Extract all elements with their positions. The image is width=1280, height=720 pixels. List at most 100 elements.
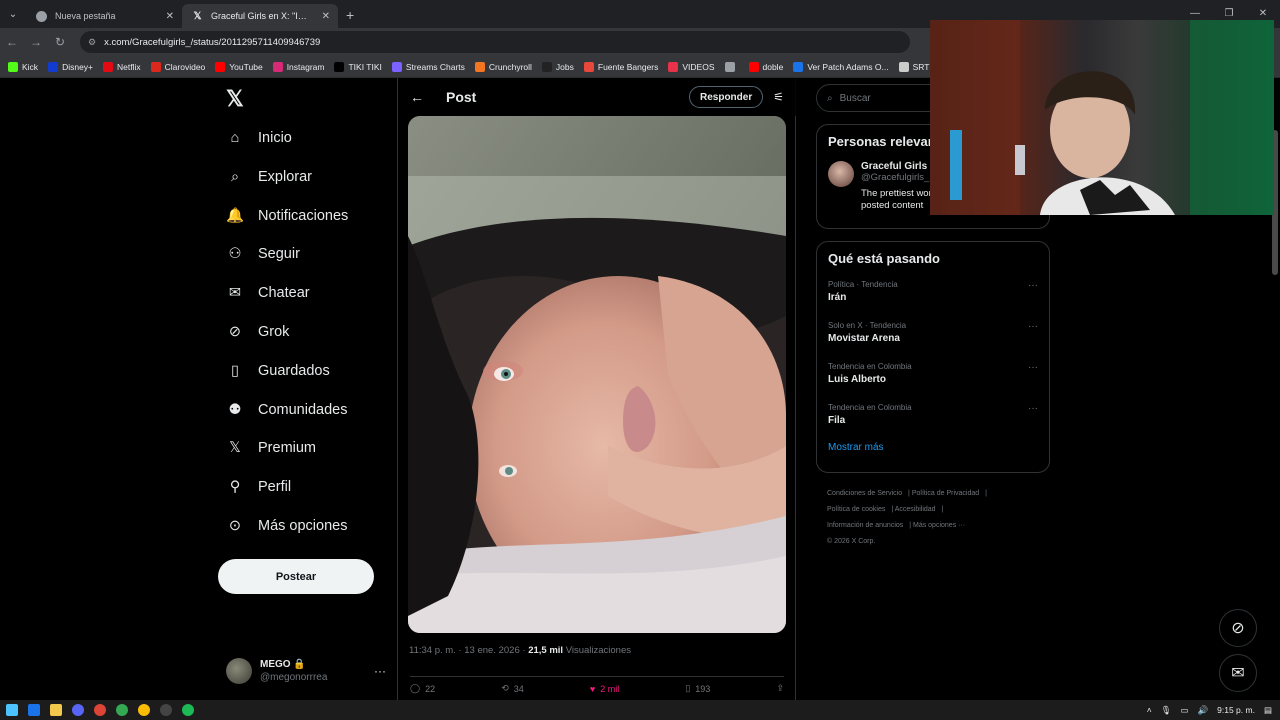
bookmark-item[interactable]: doble [748, 61, 783, 72]
clock[interactable]: 9:15 p. m. [1217, 705, 1255, 715]
more-icon[interactable]: ··· [374, 664, 386, 678]
bookmark-item[interactable]: Streams Charts [391, 61, 465, 72]
file-explorer-icon[interactable] [50, 704, 62, 716]
nav-item-explorar[interactable]: ⌕ Explorar [226, 162, 312, 192]
spotify-icon[interactable] [182, 704, 194, 716]
obs-icon[interactable] [160, 704, 172, 716]
webcam-illustration [930, 20, 1274, 215]
footer-link[interactable]: Accesibilidad [895, 506, 936, 513]
trend-item[interactable]: Política · Tendencia Irán ··· [817, 278, 1049, 319]
grok-fab-button[interactable]: ⊘ [1219, 609, 1257, 647]
bookmark-item[interactable]: Instagram [272, 61, 324, 72]
nav-item-notificaciones[interactable]: 🔔 Notificaciones [226, 201, 348, 231]
microphone-icon[interactable]: 🎙 [1161, 705, 1172, 716]
footer-link[interactable]: Política de Privacidad [912, 490, 979, 497]
like-action[interactable]: ♥ 2 mil [590, 683, 619, 694]
close-tab-icon[interactable]: ✕ [322, 11, 330, 22]
bookmark-item[interactable]: Disney+ [48, 61, 94, 72]
discord-icon[interactable] [72, 704, 84, 716]
footer-link[interactable]: Política de cookies [827, 506, 885, 513]
bookmark-label: TIKI TIKI [348, 61, 382, 72]
bookmark-item[interactable]: Clarovideo [150, 61, 205, 72]
bookmark-item[interactable]: TIKI TIKI [334, 61, 382, 72]
reply-action[interactable]: ◯ 22 [410, 683, 435, 694]
chrome-icon[interactable] [116, 704, 128, 716]
bookmark-favicon-icon [103, 61, 114, 72]
account-info: MEGO 🔒 @megonorrrea [260, 658, 366, 684]
tab-search-button[interactable]: ⌄ [0, 0, 26, 28]
reload-icon[interactable]: ↻ [48, 35, 72, 49]
x-logo-icon[interactable]: 𝕏 [226, 86, 244, 112]
more-icon[interactable]: ··· [1028, 321, 1038, 332]
url-text: x.com/Gracefulgirls_/status/201129571140… [104, 36, 321, 48]
nav-item-label: Comunidades [258, 401, 348, 418]
bookmark-item[interactable]: Ver Patch Adams O... [793, 61, 889, 72]
bookmark-favicon-icon [583, 61, 594, 72]
nav-item-guardados[interactable]: ▯ Guardados [226, 356, 330, 386]
windows-start-icon[interactable] [6, 704, 18, 716]
more-icon[interactable]: ··· [1028, 280, 1038, 291]
back-arrow-icon[interactable]: ← [410, 89, 446, 105]
new-tab-button[interactable]: + [346, 7, 354, 23]
nav-item-mas-opciones[interactable]: ⊙ Más opciones [226, 511, 348, 541]
footer-link[interactable]: Condiciones de Servicio [827, 490, 902, 497]
volume-icon[interactable]: 🔊 [1198, 705, 1209, 716]
chrome-icon[interactable] [94, 704, 106, 716]
post-photo-illustration [408, 116, 786, 633]
share-action[interactable]: ⇪ [776, 683, 784, 694]
messages-fab-button[interactable]: ✉ [1219, 654, 1257, 692]
network-icon[interactable]: ▭ [1181, 705, 1189, 716]
footer-link[interactable]: Más opciones ··· [913, 522, 965, 529]
sliders-icon[interactable]: ⚟ [773, 90, 784, 104]
account-switcher[interactable]: MEGO 🔒 @megonorrrea ··· [226, 654, 386, 688]
nav-item-grok[interactable]: ⊘ Grok [226, 317, 290, 347]
bookmark-action[interactable]: ▯ 193 [685, 683, 710, 694]
page-title: Post [446, 89, 477, 105]
bookmark-item[interactable]: YouTube [215, 61, 263, 72]
forward-icon[interactable]: → [24, 35, 48, 49]
trend-context: Tendencia en Colombia [828, 362, 912, 371]
bookmark-favicon-icon [474, 61, 485, 72]
bookmark-item[interactable]: Jobs [541, 61, 574, 72]
chevron-up-icon[interactable]: ˄ [1147, 705, 1152, 715]
bookmark-item[interactable] [724, 61, 739, 72]
trend-item[interactable]: Solo en X · Tendencia Movistar Arena ··· [817, 319, 1049, 360]
more-icon[interactable]: ··· [1028, 403, 1038, 414]
nav-item-seguir[interactable]: ⚇ Seguir [226, 239, 300, 269]
bookmark-item[interactable]: VIDEOS [668, 61, 715, 72]
more-icon[interactable]: ··· [1028, 362, 1038, 373]
bookmark-label: Disney+ [62, 61, 94, 72]
bookmark-label: Fuente Bangers [597, 61, 659, 72]
nav-item-inicio[interactable]: ⌂ Inicio [226, 123, 292, 153]
nav-item-premium[interactable]: 𝕏 Premium [226, 433, 316, 463]
back-icon[interactable]: ← [0, 35, 24, 49]
chrome-active-icon[interactable] [138, 704, 150, 716]
repost-action[interactable]: ⟲ 34 [501, 683, 524, 694]
bookmark-item[interactable]: Netflix [103, 61, 141, 72]
bookmark-item[interactable]: Fuente Bangers [583, 61, 659, 72]
tab-graceful-girls[interactable]: 𝕏 Graceful Girls en X: "Imagine w ✕ [182, 4, 338, 28]
bookmark-item[interactable]: Kick [8, 61, 38, 72]
mail-icon: ✉ [1231, 665, 1245, 682]
calendar-icon[interactable] [28, 704, 40, 716]
address-bar[interactable]: ⚙ x.com/Gracefulgirls_/status/2011295711… [80, 31, 910, 53]
trend-item[interactable]: Tendencia en Colombia Fila ··· [817, 401, 1049, 442]
post-button[interactable]: Postear [218, 559, 374, 594]
trend-item[interactable]: Tendencia en Colombia Luis Alberto ··· [817, 360, 1049, 401]
tab-new-tab[interactable]: Nueva pestaña ✕ [26, 4, 182, 28]
notifications-icon[interactable]: ▤ [1264, 705, 1272, 716]
nav-item-chatear[interactable]: ✉ Chatear [226, 278, 310, 308]
nav-item-perfil[interactable]: ⚲ Perfil [226, 472, 291, 502]
bookmark-item[interactable]: Crunchyroll [474, 61, 532, 72]
nav-item-comunidades[interactable]: ⚉ Comunidades [226, 395, 348, 425]
show-more-link[interactable]: Mostrar más [817, 442, 1049, 453]
reply-button[interactable]: Responder [689, 86, 764, 108]
post-timestamp[interactable]: 11:34 p. m. · 13 ene. 2026 · [409, 645, 526, 656]
close-tab-icon[interactable]: ✕ [166, 11, 174, 22]
bookmark-label: Crunchyroll [488, 61, 532, 72]
tab-title: Graceful Girls en X: "Imagine w [211, 11, 314, 21]
post-image[interactable] [408, 116, 786, 633]
site-info-icon[interactable]: ⚙ [88, 37, 96, 48]
footer-link[interactable]: Información de anuncios [827, 522, 903, 529]
bookmark-label: Netflix [117, 61, 141, 72]
